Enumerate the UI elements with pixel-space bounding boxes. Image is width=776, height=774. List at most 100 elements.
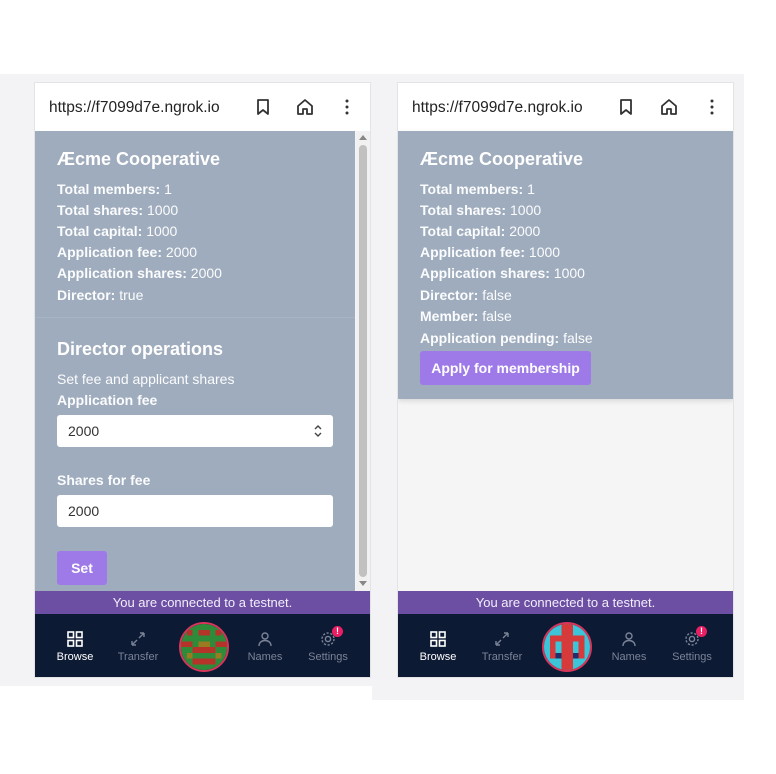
info-value: 1000: [143, 202, 179, 218]
application-fee-input[interactable]: 2000: [57, 415, 333, 447]
url-text[interactable]: https://f7099d7e.ngrok.io: [49, 99, 227, 117]
person-icon: [256, 630, 274, 648]
nav-settings[interactable]: ! Settings: [298, 626, 358, 663]
info-label: Member:: [420, 308, 479, 324]
settings-badge: !: [696, 626, 707, 637]
info-value: 2000: [505, 223, 541, 239]
section-divider: [35, 317, 355, 318]
bottom-navigation: Browse Transfer Names ! Settings: [398, 614, 733, 677]
info-label: Application fee:: [420, 244, 526, 260]
info-value: 1000: [549, 265, 585, 281]
browser-url-bar: https://f7099d7e.ngrok.io: [398, 83, 733, 131]
info-value: false: [478, 308, 512, 324]
nav-settings[interactable]: ! Settings: [662, 626, 722, 663]
info-row: Application fee: 2000: [57, 244, 197, 260]
shares-label-text: Shares for fee: [57, 472, 151, 488]
fee-label-text: Application fee: [57, 392, 158, 408]
cooperative-title: Æcme Cooperative: [420, 149, 584, 169]
info-row: Total capital: 2000: [420, 223, 540, 239]
info-value: 1: [523, 181, 535, 197]
info-label: Total capital:: [57, 223, 143, 239]
info-row: Application shares: 2000: [57, 265, 222, 281]
identity-avatar[interactable]: [542, 622, 592, 672]
testnet-banner: You are connected to a testnet.: [35, 591, 370, 614]
director-subtitle: Set fee and applicant shares: [57, 371, 235, 387]
info-value: false: [478, 287, 512, 303]
home-icon[interactable]: [659, 97, 679, 117]
bookmark-icon[interactable]: [253, 97, 273, 117]
info-row: Application pending: false: [420, 330, 593, 346]
info-value: 1000: [506, 202, 542, 218]
info-value: 1000: [525, 244, 561, 260]
browser-url-bar: https://f7099d7e.ngrok.io: [35, 83, 370, 131]
info-row: Director: true: [57, 287, 143, 303]
info-label: Application pending:: [420, 330, 560, 346]
nav-names-label: Names: [611, 651, 647, 663]
nav-settings-label: Settings: [308, 651, 348, 663]
scroll-down-icon[interactable]: [359, 581, 367, 586]
info-row: Member: false: [420, 308, 512, 324]
shares-for-fee-value: 2000: [68, 503, 100, 519]
identity-avatar[interactable]: [179, 622, 229, 672]
nav-transfer[interactable]: Transfer: [472, 630, 532, 663]
nav-transfer-label: Transfer: [117, 651, 159, 663]
info-value: 2000: [186, 265, 222, 281]
info-label: Total shares:: [420, 202, 507, 218]
grid-icon: [429, 630, 447, 648]
info-label: Application fee:: [57, 244, 163, 260]
more-vert-icon[interactable]: [337, 97, 357, 117]
number-spinner-icon[interactable]: [313, 423, 323, 439]
info-label: Total members:: [420, 181, 524, 197]
info-label: Application shares:: [57, 265, 187, 281]
nav-transfer[interactable]: Transfer: [108, 630, 168, 663]
scroll-up-icon[interactable]: [359, 135, 367, 140]
nav-browse[interactable]: Browse: [45, 630, 105, 663]
cooperative-card: Æcme Cooperative Total members: 1 Total …: [398, 131, 733, 399]
nav-browse[interactable]: Browse: [408, 630, 468, 663]
info-row: Total capital: 1000: [57, 223, 177, 239]
info-label: Total shares:: [57, 202, 144, 218]
info-row: Director: false: [420, 287, 512, 303]
info-label: Total capital:: [420, 223, 506, 239]
apply-for-membership-button[interactable]: Apply for membership: [420, 351, 591, 385]
grid-icon: [66, 630, 84, 648]
info-row: Total members: 1: [420, 181, 535, 197]
director-operations-heading: Director operations: [57, 339, 224, 359]
info-row: Application fee: 1000: [420, 244, 560, 260]
more-vert-icon[interactable]: [702, 97, 722, 117]
nav-transfer-label: Transfer: [481, 651, 523, 663]
phone-screen-director: https://f7099d7e.ngrok.io Æcme Cooperati…: [34, 82, 371, 678]
info-row: Application shares: 1000: [420, 265, 585, 281]
home-icon[interactable]: [295, 97, 315, 117]
testnet-banner: You are connected to a testnet.: [398, 591, 733, 614]
scrollbar[interactable]: [356, 131, 370, 591]
nav-names[interactable]: Names: [599, 630, 659, 663]
info-label: Application shares:: [420, 265, 550, 281]
url-text[interactable]: https://f7099d7e.ngrok.io: [412, 99, 590, 117]
fee-label: Application fee: [57, 392, 157, 408]
transfer-icon: [129, 630, 147, 648]
nav-browse-label: Browse: [419, 651, 457, 663]
info-value: false: [559, 330, 593, 346]
bookmark-icon[interactable]: [616, 97, 636, 117]
transfer-icon: [493, 630, 511, 648]
bottom-navigation: Browse Transfer Names ! Settings: [35, 614, 370, 677]
nav-names-label: Names: [247, 651, 283, 663]
info-row: Total shares: 1000: [420, 202, 541, 218]
info-label: Total members:: [57, 181, 161, 197]
info-label: Director:: [420, 287, 479, 303]
info-value: 1: [160, 181, 172, 197]
shares-for-fee-input[interactable]: 2000: [57, 495, 333, 527]
application-fee-value: 2000: [68, 423, 100, 439]
scrollbar-thumb[interactable]: [359, 145, 367, 577]
info-label: Director:: [57, 287, 116, 303]
nav-names[interactable]: Names: [235, 630, 295, 663]
person-icon: [620, 630, 638, 648]
info-value: true: [115, 287, 144, 303]
cooperative-title: Æcme Cooperative: [57, 149, 221, 169]
info-row: Total shares: 1000: [57, 202, 178, 218]
set-button[interactable]: Set: [57, 551, 107, 585]
shares-label: Shares for fee: [57, 472, 150, 488]
settings-badge: !: [332, 626, 343, 637]
cooperative-card: Æcme Cooperative Total members: 1 Total …: [35, 131, 355, 591]
